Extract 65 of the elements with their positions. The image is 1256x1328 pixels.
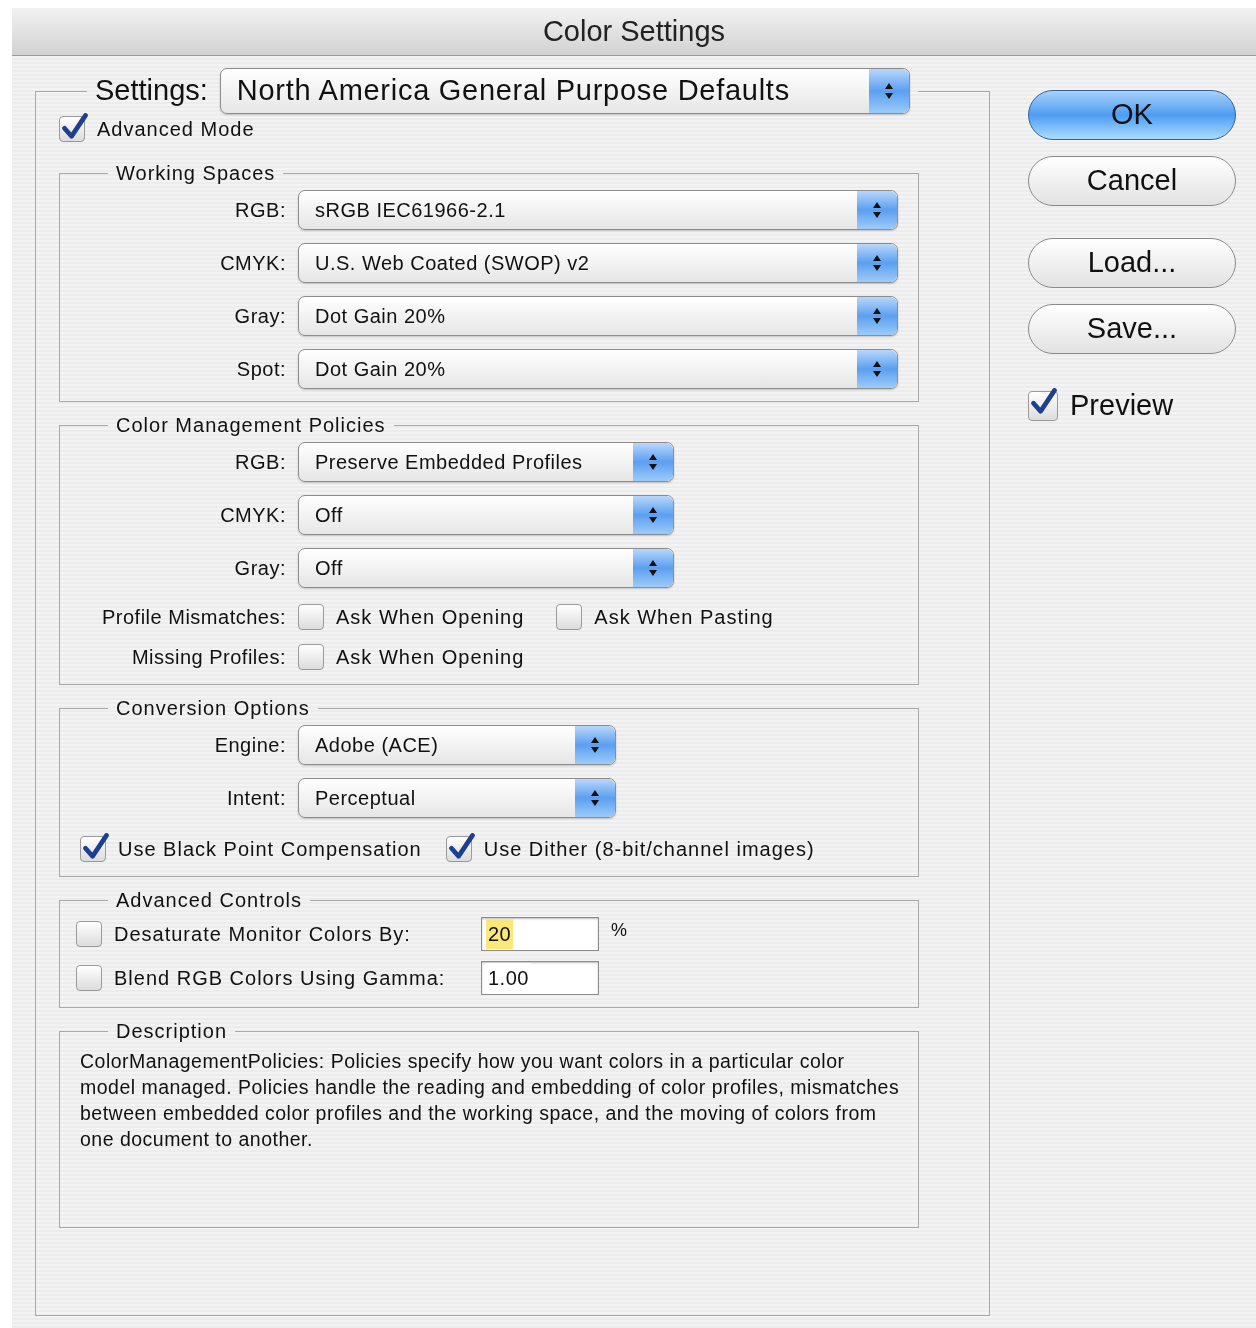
- dropdown[interactable]: Off: [298, 548, 674, 588]
- dropdown[interactable]: Off: [298, 495, 674, 535]
- checkbox[interactable]: [1028, 390, 1058, 421]
- checkbox-label: Use Dither (8-bit/channel images): [483, 837, 815, 862]
- checkbox-label: Preview: [1070, 388, 1174, 423]
- dropdown[interactable]: Preserve Embedded Profiles: [298, 442, 674, 482]
- checkbox[interactable]: [59, 116, 85, 142]
- section-title: Color Management Policies: [115, 413, 387, 438]
- section-title: Working Spaces: [115, 161, 277, 186]
- field-label: Gray:: [233, 304, 286, 329]
- field-label: Engine:: [213, 733, 286, 758]
- checkbox-label: Use Black Point Compensation: [118, 837, 422, 862]
- dropdown[interactable]: Perceptual: [298, 778, 616, 818]
- section-title: Advanced Controls: [115, 888, 303, 913]
- stepper-icon: [857, 297, 897, 335]
- dropdown[interactable]: sRGB IEC61966-2.1: [298, 190, 898, 230]
- input-field[interactable]: 20: [481, 917, 599, 951]
- checkbox[interactable]: [76, 965, 102, 991]
- stepper-icon: [633, 443, 673, 481]
- stepper-icon: [633, 549, 673, 587]
- checkbox[interactable]: [445, 836, 472, 862]
- field-label: Intent:: [225, 786, 286, 811]
- field-label: RGB:: [234, 450, 286, 475]
- field-label: Missing Profiles:: [130, 645, 286, 670]
- input-field[interactable]: 1.00: [481, 961, 599, 995]
- field-label: CMYK:: [219, 251, 286, 276]
- field-label: Profile Mismatches:: [101, 605, 286, 630]
- stepper-icon: [575, 779, 615, 817]
- stepper-icon: [868, 69, 909, 113]
- section-title: Conversion Options: [115, 696, 311, 721]
- checkbox-label: Blend RGB Colors Using Gamma:: [114, 966, 447, 991]
- checkbox-label: Ask When Opening: [336, 605, 525, 630]
- window-title: Color Settings: [542, 13, 726, 49]
- checkbox[interactable]: [556, 604, 583, 630]
- checkbox-label: Ask When Opening: [336, 645, 525, 670]
- dialog-button[interactable]: Cancel: [1028, 156, 1236, 206]
- dialog-button[interactable]: Save...: [1028, 304, 1236, 354]
- dialog-button[interactable]: Load...: [1028, 238, 1236, 288]
- field-label: Spot:: [235, 357, 286, 382]
- field-label: RGB:: [234, 198, 286, 223]
- settings-label: Settings:: [95, 73, 208, 109]
- field-label: Gray:: [233, 556, 286, 581]
- dropdown[interactable]: North America General Purpose Defaults: [219, 68, 910, 114]
- checkbox[interactable]: [76, 921, 102, 947]
- dropdown[interactable]: U.S. Web Coated (SWOP) v2: [298, 243, 898, 283]
- field-value: 20: [486, 919, 514, 949]
- checkbox-label: Advanced Mode: [97, 117, 255, 142]
- checkbox[interactable]: [298, 604, 324, 630]
- checkbox-label: Ask When Pasting: [594, 605, 774, 630]
- checkbox[interactable]: [298, 644, 324, 670]
- section-title: Description: [115, 1019, 229, 1044]
- checkbox-label: Desaturate Monitor Colors By:: [114, 922, 412, 947]
- description-text: ColorManagementPolicies: Policies specify how you want colors in a particular color model managed. Policies handle the reading and embedding of color profiles, mismatches between embedded color profiles and the working space, and the moving of colors from one document to another.: [79, 1049, 901, 1152]
- dropdown[interactable]: Adobe (ACE): [298, 725, 616, 765]
- stepper-icon: [857, 350, 897, 388]
- checkbox[interactable]: [80, 836, 106, 862]
- stepper-icon: [633, 496, 673, 534]
- stepper-icon: [857, 244, 897, 282]
- stepper-icon: [857, 191, 897, 229]
- stepper-icon: [575, 726, 615, 764]
- dropdown[interactable]: Dot Gain 20%: [298, 349, 898, 389]
- unit-label: %: [611, 919, 627, 942]
- dialog-button[interactable]: OK: [1028, 90, 1236, 140]
- field-label: CMYK:: [219, 503, 286, 528]
- dropdown[interactable]: Dot Gain 20%: [298, 296, 898, 336]
